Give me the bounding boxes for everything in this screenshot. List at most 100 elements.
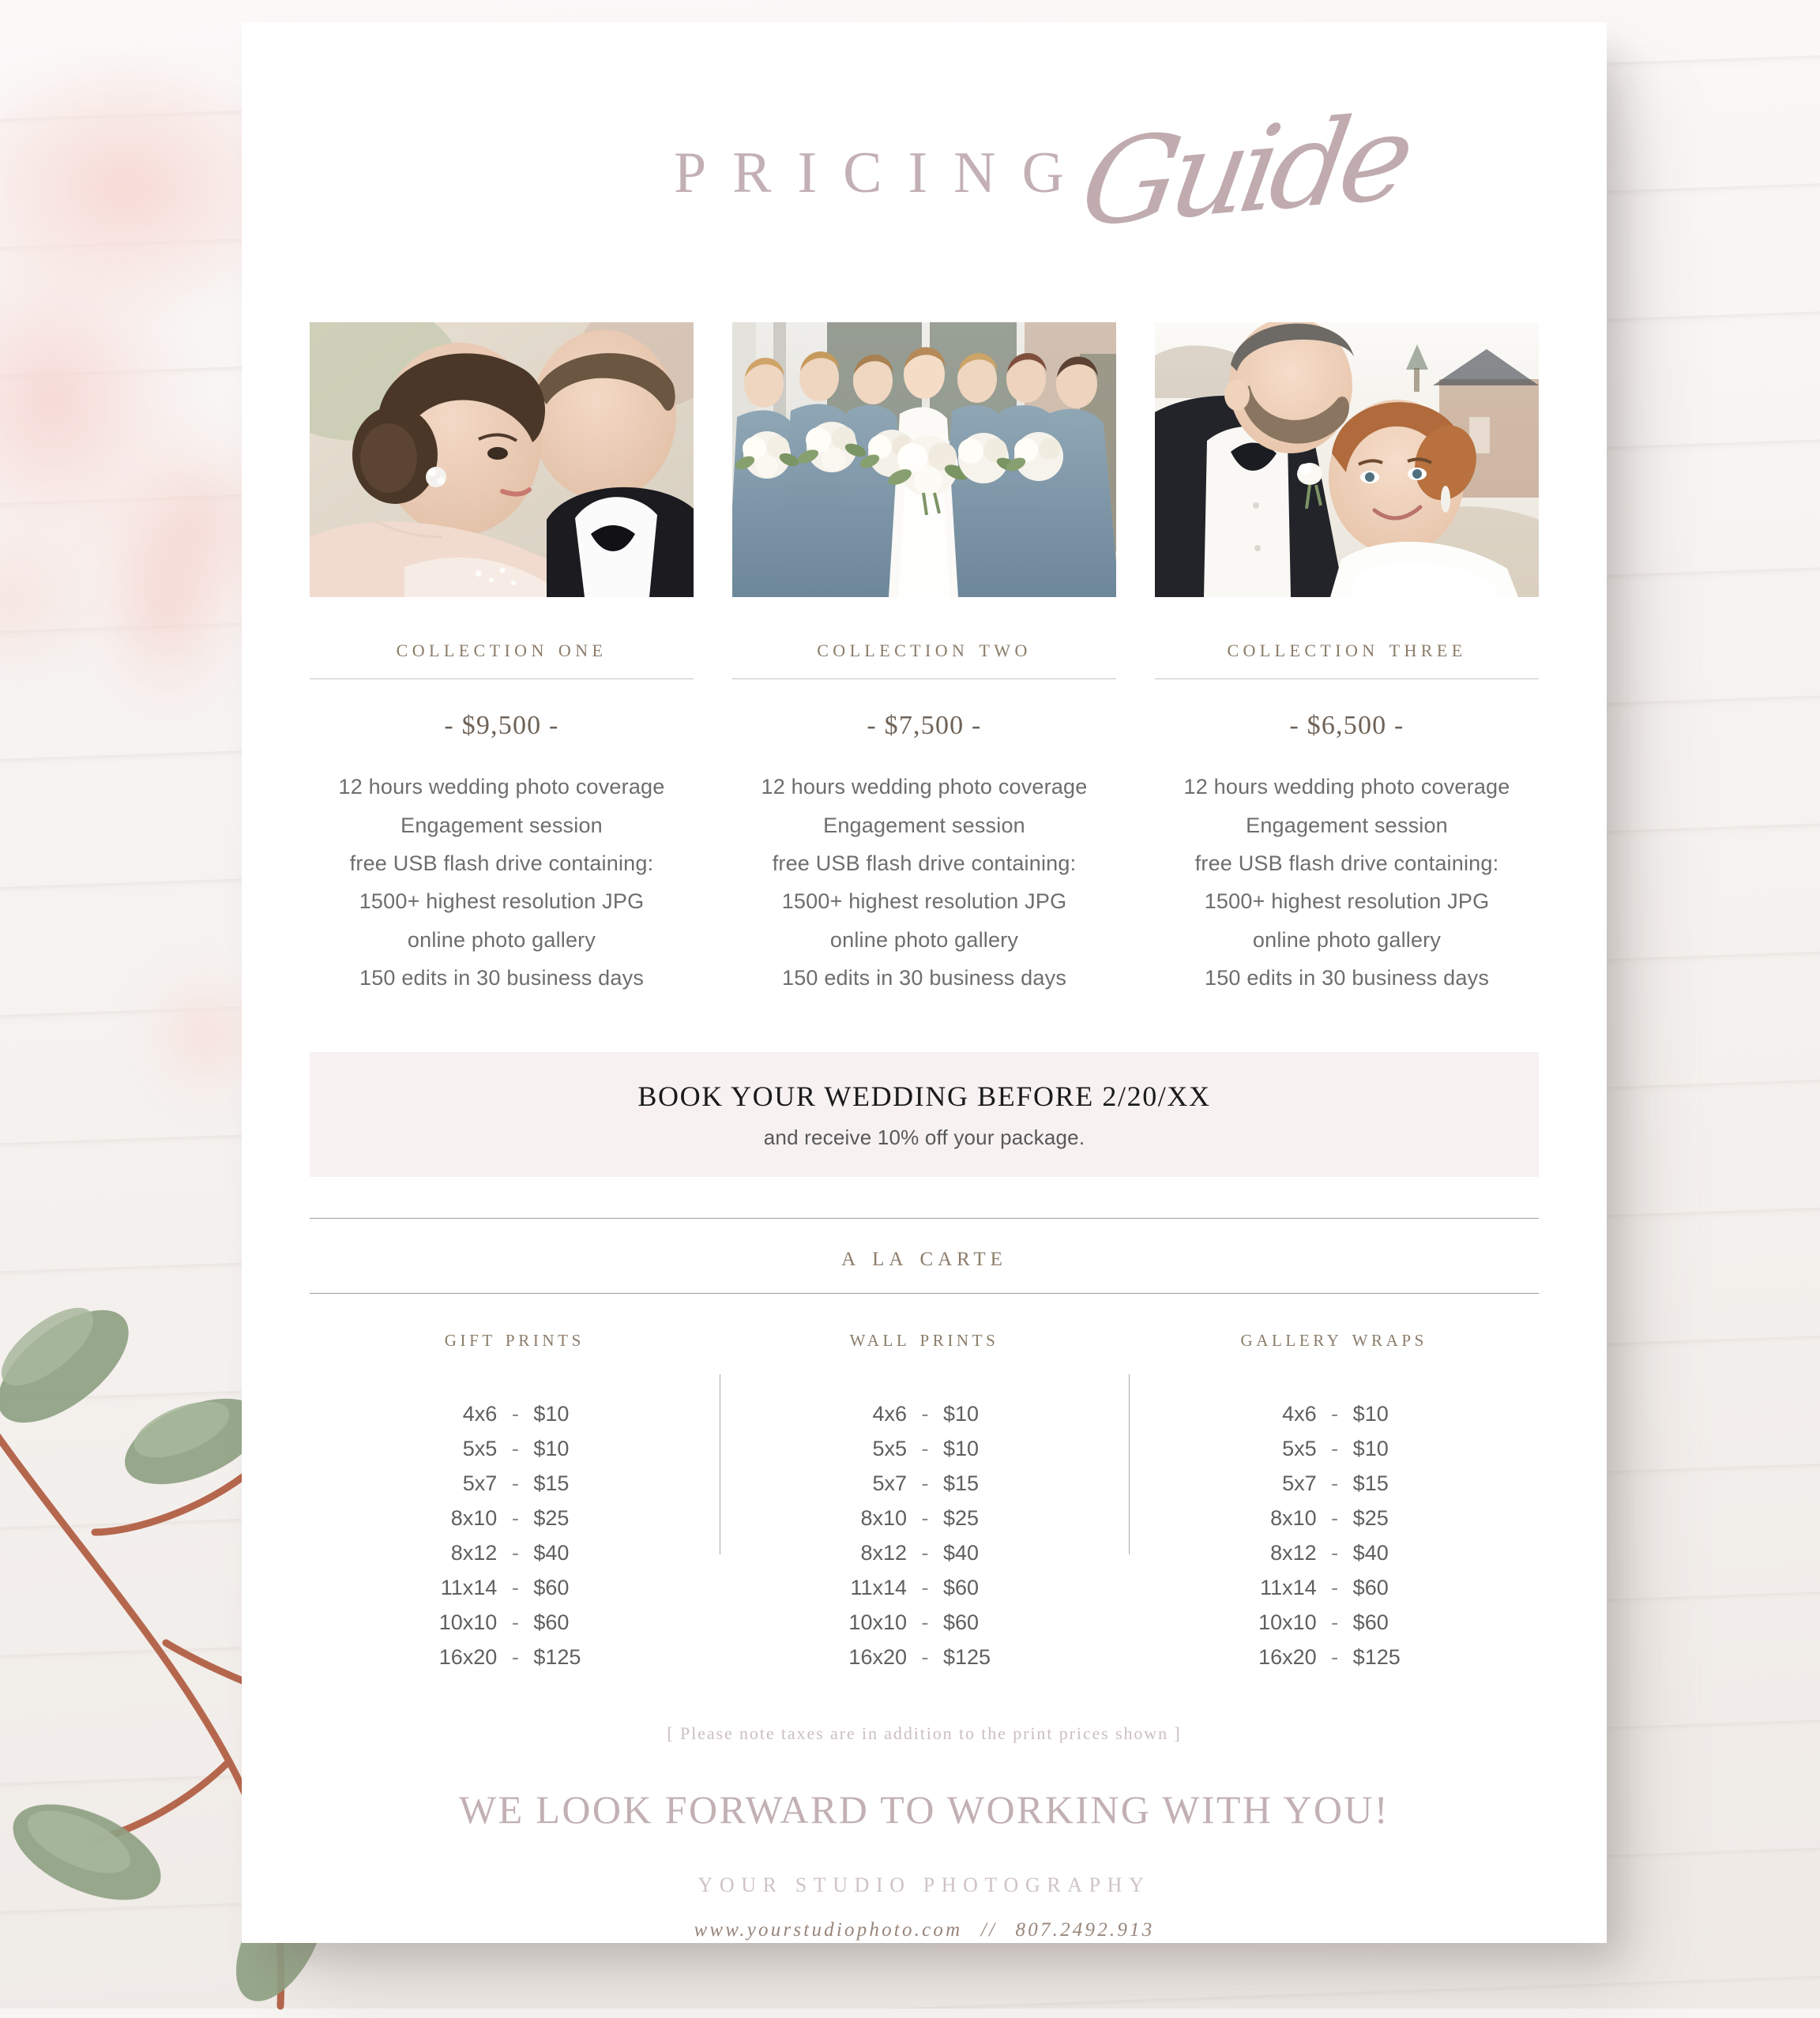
feature-item: Engagement session — [400, 813, 603, 837]
price-amount: $125 — [1352, 1645, 1401, 1670]
price-size: 5x5 — [1282, 1437, 1317, 1461]
collection-one-divider — [310, 678, 694, 680]
price-row: 4x6- $10 — [1228, 1396, 1440, 1431]
price-size: 5x7 — [1282, 1471, 1317, 1496]
collection-two-divider — [732, 678, 1116, 680]
closing-message: WE LOOK FORWARD TO WORKING WITH YOU! — [458, 1787, 1389, 1832]
photo-cell-three — [1155, 322, 1539, 597]
price-dash: - — [1331, 1437, 1339, 1461]
price-dash: - — [511, 1506, 519, 1531]
feature-item: 150 edits in 30 business days — [781, 965, 1067, 990]
price-amount: $125 — [943, 1645, 991, 1670]
price-size: 8x12 — [450, 1541, 498, 1565]
photo-forehead-kiss — [1155, 322, 1539, 597]
price-row: 11x14- $60 — [408, 1570, 620, 1605]
price-size: 8x10 — [1270, 1506, 1317, 1531]
photo-bride-groom-embrace — [310, 322, 694, 597]
collection-two-title: Collection Two — [817, 634, 1032, 662]
price-amount: $10 — [533, 1437, 570, 1461]
collections-row: Collection One - $9,500 - 12 hours weddi… — [242, 633, 1607, 997]
collection-one-title: Collection One — [396, 634, 607, 662]
price-amount: $15 — [1352, 1471, 1389, 1496]
price-amount: $10 — [1352, 1437, 1389, 1461]
price-size: 11x14 — [440, 1576, 498, 1600]
collection-three-price: - $6,500 - — [1289, 711, 1404, 741]
price-dash: - — [921, 1402, 929, 1426]
price-row: 10x10- $60 — [818, 1605, 1030, 1640]
promo-headline: BOOK YOUR WEDDING BEFORE 2/20/XX — [637, 1080, 1211, 1112]
feature-item: online photo gallery — [829, 927, 1019, 952]
price-dash: - — [511, 1610, 519, 1635]
photo-cell-one — [310, 322, 694, 597]
collection-one: Collection One - $9,500 - 12 hours weddi… — [310, 633, 694, 997]
price-row: 16x20- $125 — [818, 1640, 1030, 1674]
price-dash: - — [511, 1645, 519, 1670]
feature-item: 150 edits in 30 business days — [359, 965, 645, 990]
price-row: 8x12- $40 — [818, 1535, 1030, 1570]
price-size: 4x6 — [462, 1402, 498, 1426]
title-pricing-word: PRICING — [673, 141, 1091, 205]
price-amount: $10 — [943, 1402, 980, 1426]
a-la-carte-title: A La Carte — [841, 1240, 1007, 1272]
feature-item: 150 edits in 30 business days — [1204, 965, 1490, 990]
price-row: 5x5- $10 — [818, 1431, 1030, 1466]
price-row: 8x10- $25 — [1228, 1501, 1440, 1535]
feature-item: free USB flash drive containing: — [772, 851, 1077, 875]
price-size: 8x10 — [860, 1506, 907, 1531]
price-size: 4x6 — [1282, 1402, 1317, 1426]
price-size: 5x7 — [872, 1471, 907, 1496]
price-size: 16x20 — [848, 1645, 907, 1670]
price-amount: $10 — [533, 1402, 570, 1426]
price-row: 5x5- $10 — [408, 1431, 620, 1466]
price-size: 8x12 — [1270, 1541, 1317, 1565]
price-dash: - — [1331, 1402, 1339, 1426]
price-amount: $25 — [533, 1506, 570, 1531]
price-size: 11x14 — [1260, 1576, 1317, 1600]
photo-cell-two — [732, 322, 1116, 597]
price-dash: - — [1331, 1576, 1339, 1600]
pricing-guide-page: PRICING Guide collection one - $9,500 - … — [242, 22, 1607, 1943]
gallery-wraps-column: Gallery Wraps 4x6- $10 5x5- $10 5x7- $15 8x… — [1129, 1325, 1539, 1674]
feature-item: Engagement session — [1246, 813, 1448, 837]
collection-three-divider — [1155, 678, 1539, 680]
price-amount: $40 — [533, 1541, 570, 1565]
gallery-wraps-price-list: 4x6- $10 5x5- $10 5x7- $15 8x10- $25 8x12- $4… — [1228, 1396, 1440, 1674]
price-amount: $10 — [943, 1437, 980, 1461]
promo-subline: and receive 10% off your package. — [763, 1125, 1085, 1149]
price-size: 10x10 — [1258, 1610, 1317, 1635]
price-dash: - — [921, 1437, 929, 1461]
feature-item: Engagement session — [823, 813, 1025, 837]
wall-prints-price-list: 4x6- $10 5x5- $10 5x7- $15 8x10- $25 8x12- $4… — [818, 1396, 1030, 1674]
price-size: 10x10 — [438, 1610, 498, 1635]
price-row: 10x10- $60 — [408, 1605, 620, 1640]
contact-line: www.yourstudiophoto.com // 807.2492.913 — [242, 1919, 1607, 1941]
collection-two: Collection Two - $7,500 - 12 hours weddi… — [732, 633, 1116, 997]
price-size: 8x10 — [450, 1506, 498, 1531]
price-row: 11x14- $60 — [1228, 1570, 1440, 1605]
price-dash: - — [921, 1471, 929, 1496]
feature-item: online photo gallery — [1252, 927, 1442, 952]
feature-item: 12 hours wedding photo coverage — [761, 775, 1088, 799]
gift-prints-price-list: 4x6- $10 5x5- $10 5x7- $15 8x10- $25 8x12- $4… — [408, 1396, 620, 1674]
price-amount: $25 — [943, 1506, 980, 1531]
website-link[interactable]: www.yourstudiophoto.com — [694, 1919, 963, 1941]
price-amount: $10 — [1352, 1402, 1389, 1426]
price-row: 16x20- $125 — [1228, 1640, 1440, 1674]
price-row: 8x10- $25 — [408, 1501, 620, 1535]
feature-item: free USB flash drive containing: — [349, 851, 654, 875]
price-row: 5x7- $15 — [1228, 1466, 1440, 1501]
price-row: 5x5- $10 — [1228, 1431, 1440, 1466]
price-dash: - — [921, 1610, 929, 1635]
price-row: 10x10- $60 — [1228, 1605, 1440, 1640]
price-size: 11x14 — [850, 1576, 907, 1600]
price-size: 16x20 — [438, 1645, 498, 1670]
a-la-carte-section: A La Carte Gift Prints 4x6- $10 5x5- $10 5… — [310, 1218, 1539, 1744]
phone-number[interactable]: 807.2492.913 — [1016, 1919, 1155, 1941]
wall-prints-title: Wall Prints — [849, 1325, 999, 1352]
price-dash: - — [921, 1506, 929, 1531]
wall-prints-column: Wall Prints 4x6- $10 5x5- $10 5x7- $15 8x10… — [719, 1325, 1130, 1674]
price-amount: $40 — [943, 1541, 980, 1565]
price-row: 8x12- $40 — [408, 1535, 620, 1570]
price-dash: - — [1331, 1506, 1339, 1531]
price-row: 8x12- $40 — [1228, 1535, 1440, 1570]
